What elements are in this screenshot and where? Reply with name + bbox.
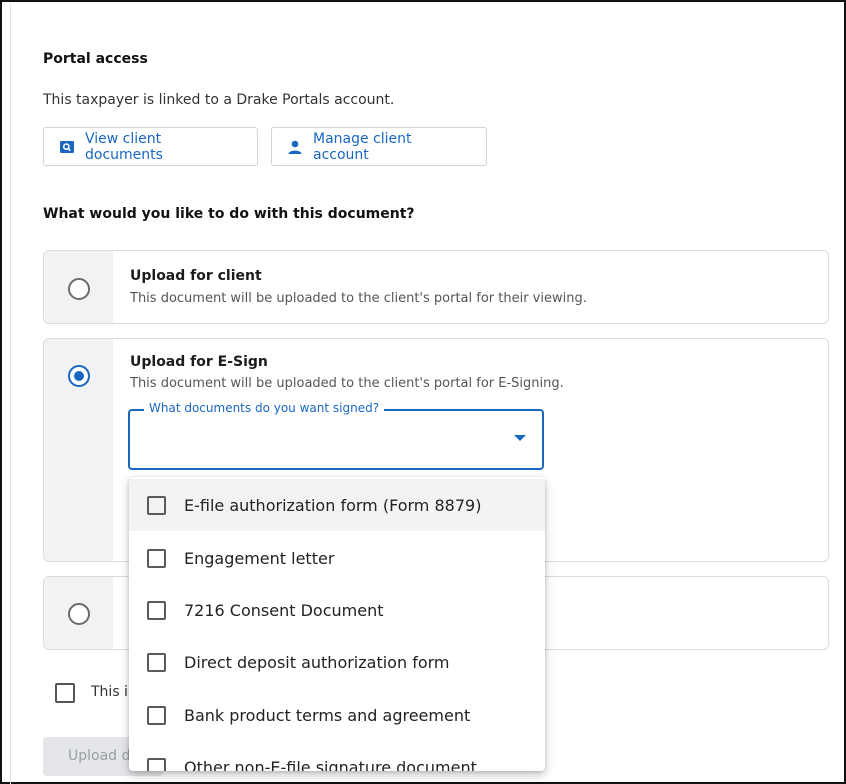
menu-item-checkbox[interactable]	[147, 757, 166, 771]
menu-item[interactable]: Other non-E-file signature document	[129, 741, 545, 771]
option-title: Upload for E-Sign	[130, 354, 268, 370]
caret-down-icon[interactable]	[514, 435, 526, 441]
third-option-radio[interactable]	[68, 603, 90, 625]
option-title: Upload for client	[130, 268, 262, 284]
menu-item-label: E-file authorization form (Form 8879)	[184, 495, 482, 515]
upload-for-client-radio[interactable]	[68, 278, 90, 300]
upload-for-esign-radio[interactable]	[68, 365, 90, 387]
menu-item-checkbox[interactable]	[147, 548, 166, 568]
panel-edge	[10, 4, 11, 784]
option-description: This document will be uploaded to the cl…	[130, 376, 564, 391]
menu-item-label: 7216 Consent Document	[184, 600, 384, 620]
manage-client-account-label: Manage client account	[313, 130, 412, 163]
document-search-icon	[60, 140, 74, 153]
manage-client-account-button[interactable]: Manage client account	[271, 127, 487, 166]
documents-dropdown-menu: E-file authorization form (Form 8879) En…	[129, 477, 545, 771]
menu-item[interactable]: Direct deposit authorization form	[129, 636, 545, 688]
view-client-documents-button[interactable]: View client documents	[43, 127, 258, 166]
select-floating-label: What documents do you want signed?	[144, 401, 385, 415]
footer-checkbox[interactable]	[55, 683, 75, 703]
menu-item-checkbox[interactable]	[147, 495, 166, 515]
menu-item-label: Engagement letter	[184, 548, 335, 568]
menu-item-label: Other non-E-file signature document	[184, 757, 477, 772]
documents-to-sign-select[interactable]	[128, 409, 544, 470]
document-action-question: What would you like to do with this docu…	[43, 206, 415, 222]
view-client-documents-label: View client documents	[85, 130, 163, 163]
menu-item-checkbox[interactable]	[147, 600, 166, 620]
menu-item[interactable]: Engagement letter	[129, 532, 545, 584]
person-icon	[288, 140, 302, 154]
menu-item-checkbox[interactable]	[147, 652, 166, 672]
portal-access-heading: Portal access	[43, 51, 148, 67]
option-upload-for-client[interactable]: Upload for client This document will be …	[43, 250, 829, 324]
portal-linked-text: This taxpayer is linked to a Drake Porta…	[43, 92, 395, 108]
option-description: This document will be uploaded to the cl…	[130, 291, 587, 306]
footer-checkbox-label: This i	[91, 684, 128, 700]
menu-item[interactable]: Bank product terms and agreement	[129, 689, 545, 741]
menu-item[interactable]: 7216 Consent Document	[129, 584, 545, 636]
menu-item[interactable]: E-file authorization form (Form 8879)	[129, 479, 545, 531]
menu-item-checkbox[interactable]	[147, 705, 166, 725]
menu-item-label: Bank product terms and agreement	[184, 705, 471, 725]
menu-item-label: Direct deposit authorization form	[184, 652, 450, 672]
